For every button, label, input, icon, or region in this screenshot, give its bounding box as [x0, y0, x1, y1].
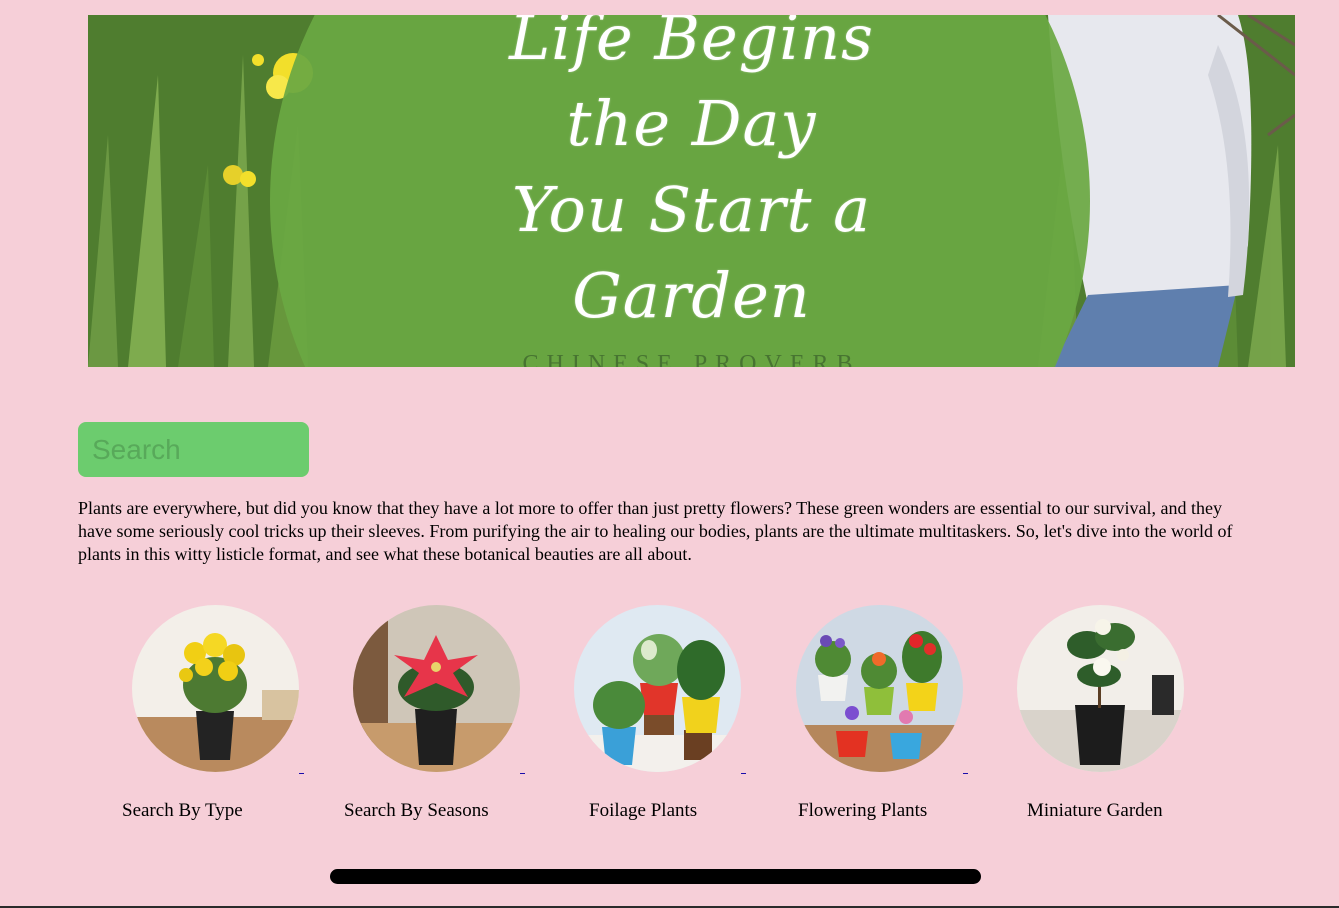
quote-line-1: Life Begins	[509, 15, 874, 74]
flowering-plants-image	[796, 605, 963, 772]
hero-banner: Life Begins the Day You Start a Garden C…	[88, 15, 1295, 367]
quote-line-2: the Day	[566, 87, 817, 160]
quote-line-3: You Start a	[511, 173, 872, 246]
category-link-flowering-plants[interactable]	[796, 605, 986, 777]
category-label: Flowering Plants	[798, 800, 928, 821]
link-underline	[963, 773, 968, 774]
category-label: Miniature Garden	[1027, 800, 1163, 821]
home-indicator	[330, 869, 981, 884]
poinsettia-plant-image	[353, 605, 520, 772]
quote-line-4: Garden	[572, 259, 811, 332]
category-link-foilage-plants[interactable]	[574, 605, 764, 777]
category-link-miniature-garden[interactable]	[1017, 605, 1207, 777]
gardenia-plant-image	[1017, 605, 1184, 772]
link-underline	[741, 773, 746, 774]
category-label: Search By Type	[122, 800, 243, 821]
intro-paragraph: Plants are everywhere, but did you know …	[78, 498, 1233, 564]
category-link-search-by-seasons[interactable]	[353, 605, 543, 777]
quote-attribution: CHINESE PROVERB	[522, 351, 861, 367]
marigold-plant-image	[132, 605, 299, 772]
banner-quote: Life Begins the Day You Start a Garden C…	[88, 15, 1295, 367]
link-underline	[520, 773, 525, 774]
search-input[interactable]	[78, 422, 309, 477]
foliage-plants-image	[574, 605, 741, 772]
category-label: Foilage Plants	[589, 800, 698, 821]
link-underline	[299, 773, 304, 774]
category-link-search-by-type[interactable]	[132, 605, 322, 777]
category-label: Search By Seasons	[344, 800, 489, 821]
page: Life Begins the Day You Start a Garden C…	[0, 0, 1339, 908]
